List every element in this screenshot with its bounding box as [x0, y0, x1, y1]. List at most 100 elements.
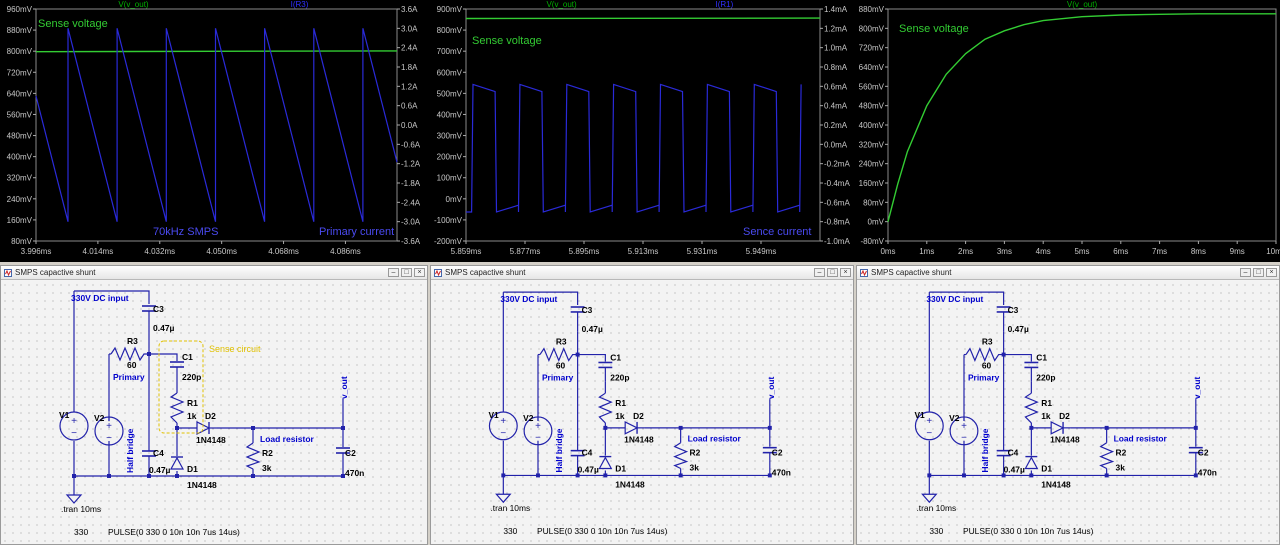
y-tick-left: 960mV	[7, 5, 33, 14]
minimize-icon[interactable]: –	[814, 268, 825, 277]
junction	[927, 473, 932, 478]
y-tick-right: 0.8mA	[824, 63, 848, 72]
schematic-window-2[interactable]: SMPS capactive shunt – □ × + − + −330V DC i…	[430, 265, 854, 545]
r1-label: R1	[187, 398, 198, 408]
wire-to-c1	[577, 353, 606, 362]
y-tick-left: 100mV	[437, 174, 463, 183]
close-icon[interactable]: ×	[414, 268, 425, 277]
y-tick-right: -1.8A	[401, 179, 421, 188]
y-tick-right: 0.6A	[401, 102, 418, 111]
schematic-canvas[interactable]: + − + −330V DC input C3 0.47µ R3 60 Primary C1 220…	[1, 281, 427, 544]
minimize-icon[interactable]: –	[388, 268, 399, 277]
resistor-r2	[673, 442, 689, 470]
y-tick-left: -200mV	[434, 237, 463, 246]
r1-label: R1	[1041, 398, 1052, 408]
c2-value: 470n	[1198, 467, 1217, 477]
y-tick-left: 600mV	[437, 68, 463, 77]
x-tick: 5ms	[1074, 247, 1089, 256]
minimize-icon[interactable]: –	[1240, 268, 1251, 277]
y-tick-right: -0.4mA	[824, 179, 850, 188]
d2-model: 1N4148	[196, 435, 226, 445]
x-tick: 3ms	[997, 247, 1012, 256]
schematic-drawing[interactable]: +−+−330V DC inputC30.47µR360PrimaryC1220…	[1, 281, 429, 545]
y-tick-left: -80mV	[860, 237, 884, 246]
waveform-plot-1[interactable]: V(v_out) I(R3) 960mV 880mV 800mV 720mV 640mV 56…	[0, 0, 428, 262]
v1-label: V1	[914, 410, 925, 420]
d1-model: 1N4148	[187, 480, 217, 490]
y-tick-left: 400mV	[437, 110, 463, 119]
schematic-drawing[interactable]: +−+−330V DC inputC30.47µR360PrimaryC1220…	[431, 281, 855, 545]
ground-icon	[495, 493, 512, 504]
schematic-window-1[interactable]: SMPS capactive shunt – □ × + − + −330V DC i…	[0, 265, 428, 545]
v1-value: 330	[929, 526, 943, 536]
svg-text:−: −	[500, 428, 506, 439]
r1-label: R1	[615, 398, 626, 408]
net-label-half-bridge: Half bridge	[980, 428, 990, 472]
y-tick-left: 320mV	[859, 140, 885, 149]
c2-value: 470n	[772, 467, 791, 477]
window-titlebar[interactable]: SMPS capactive shunt – □ ×	[431, 266, 853, 280]
r2-value: 3k	[690, 462, 700, 472]
annotation-primary-current: Primary current	[319, 226, 394, 238]
y-tick-left: 160mV	[7, 216, 33, 225]
schematic-canvas[interactable]: + − + −330V DC input C3 0.47µ R3 60 Primary C1 220…	[431, 281, 853, 544]
y-tick-left: 900mV	[437, 5, 463, 14]
y-tick-left: 0mV	[868, 218, 885, 227]
x-tick: 2ms	[958, 247, 973, 256]
c4-label: C4	[153, 448, 164, 458]
d1-label: D1	[615, 463, 626, 473]
junction	[1104, 473, 1109, 478]
tran-directive: .tran 10ms	[916, 503, 956, 513]
resistor-r3	[965, 347, 1004, 363]
waveform-plot-3[interactable]: V(v_out) 880mV 800mV 720mV 640mV 560mV 480mV 40…	[854, 0, 1280, 262]
y-tick-right: 0.0A	[401, 121, 418, 130]
c1-label: C1	[182, 352, 193, 362]
c4-label: C4	[1008, 448, 1019, 458]
resistor-r1	[1023, 392, 1039, 424]
y-tick-left: 800mV	[859, 24, 885, 33]
svg-text:+: +	[961, 421, 967, 432]
tran-directive: .tran 10ms	[490, 503, 530, 513]
y-tick-right: -1.2A	[401, 160, 421, 169]
maximize-icon[interactable]: □	[1253, 268, 1264, 277]
tran-directive: .tran 10ms	[61, 504, 101, 514]
d2-label: D2	[1059, 411, 1070, 421]
trace-label-current: I(R1)	[716, 0, 734, 9]
window-title: SMPS capactive shunt	[445, 268, 526, 277]
maximize-icon[interactable]: □	[827, 268, 838, 277]
y-tick-left: 560mV	[7, 110, 33, 119]
y-tick-right: 0.4mA	[824, 102, 848, 111]
wire-to-c1	[1003, 353, 1032, 362]
x-tick: 4ms	[1036, 247, 1051, 256]
resistor-r2	[1099, 442, 1115, 470]
net-label-load-resistor: Load resistor	[260, 434, 315, 444]
d2-label: D2	[205, 411, 216, 421]
window-titlebar[interactable]: SMPS capactive shunt – □ ×	[1, 266, 427, 280]
schematic-window-3[interactable]: SMPS capactive shunt – □ × + − + −330V DC i…	[856, 265, 1280, 545]
close-icon[interactable]: ×	[1266, 268, 1277, 277]
junction	[678, 473, 683, 478]
maximize-icon[interactable]: □	[401, 268, 412, 277]
y-tick-right: 3.6A	[401, 5, 418, 14]
r2-value: 3k	[262, 463, 272, 473]
y-tick-left: 400mV	[859, 121, 885, 130]
c4-label: C4	[582, 448, 593, 458]
close-icon[interactable]: ×	[840, 268, 851, 277]
schematic-canvas[interactable]: + − + −330V DC input C3 0.47µ R3 60 Primary C1 220…	[857, 281, 1279, 544]
schematic-drawing[interactable]: +−+−330V DC inputC30.47µR360PrimaryC1220…	[857, 281, 1280, 545]
y-tick-left: 80mV	[11, 237, 33, 246]
window-titlebar[interactable]: SMPS capactive shunt – □ ×	[857, 266, 1279, 280]
waveform-plot-2[interactable]: V(v_out) I(R1) 900mV 800mV 700mV 600mV 500mV 40…	[428, 0, 854, 262]
net-label-primary: Primary	[542, 372, 574, 382]
v1-value: 330	[74, 527, 88, 537]
svg-text:−: −	[71, 428, 77, 439]
v2-label: V2	[523, 413, 534, 423]
resistor-r1	[169, 392, 185, 424]
x-tick: 4.014ms	[83, 247, 114, 256]
y-tick-right: -0.6A	[401, 140, 421, 149]
x-tick: 4.050ms	[206, 247, 237, 256]
v2-label: V2	[94, 413, 105, 423]
junction	[1104, 425, 1109, 430]
voltage-trace	[35, 50, 398, 53]
resistor-r2	[245, 442, 261, 470]
